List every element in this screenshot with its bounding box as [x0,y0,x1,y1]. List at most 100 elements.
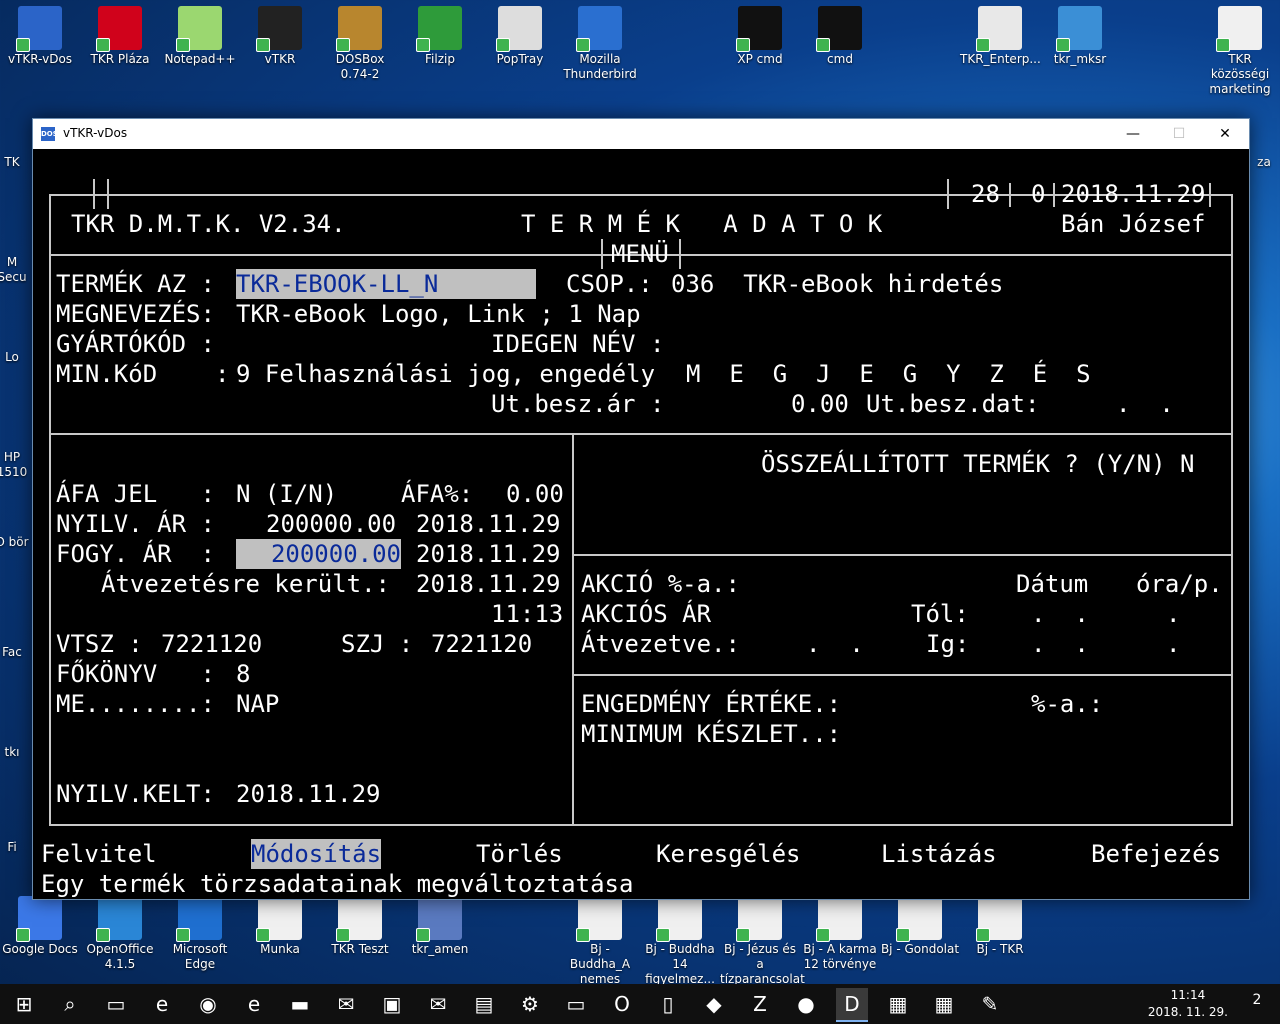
settings-icon[interactable]: ⚙ [514,988,546,1020]
system-clock[interactable]: 11:14 2018. 11. 29. [1148,987,1228,1021]
menu-item-torles[interactable]: Törlés [476,839,563,869]
ledger-value[interactable]: 8 [236,659,250,689]
dos-screen[interactable]: 28 0 2018.11.29 TKR D.M.T.K. V2.34. T E … [33,149,1249,899]
desktop-icon[interactable]: Bj - Jézus és a tízparancsolat [720,896,805,987]
sale-price-field[interactable]: 200000.00 [236,539,401,569]
desktop-icon[interactable]: vTKR-vDos [0,6,80,67]
desktop-icon[interactable]: XP cmd [720,6,800,67]
vtsz-value[interactable]: 7221120 [161,629,262,659]
document-icon [1216,6,1262,52]
desktop-icon[interactable]: Bj - TKR [960,896,1040,957]
file-icon[interactable]: ▯ [652,988,684,1020]
search-icon[interactable]: ⌕ [54,988,86,1020]
menu-item-felvitel[interactable]: Felvitel [41,839,157,869]
desktop-icon-partial[interactable]: tkı [0,745,32,760]
frame-tick [1009,183,1011,207]
minimize-button[interactable]: — [1110,119,1156,149]
transferred-date: . . [806,630,864,658]
vat-flag-value[interactable]: N (I/N) [236,479,337,509]
desktop-icon[interactable]: Bj - Buddha 14 figyelmez... [640,896,720,987]
from-time[interactable]: . [1166,599,1180,629]
szj-value[interactable]: 7221120 [431,629,532,659]
close-button[interactable]: ✕ [1202,119,1248,149]
title-bar[interactable]: DOS vTKR-vDos — ☐ ✕ [33,119,1249,149]
desktop-icon[interactable]: TKR közösségi marketing [1200,6,1280,97]
notification-center-button[interactable]: 2 [1246,992,1268,1014]
frame-tick [1053,183,1055,207]
product-id-field[interactable]: TKR-EBOOK-LL_N [236,269,536,299]
to-date[interactable]: . . [1031,629,1089,659]
start-icon[interactable]: ⊞ [8,988,40,1020]
name-field[interactable]: TKR-eBook Logo, Link ; 1 Nap [236,299,641,329]
desktop-icon[interactable]: Notepad++ [160,6,240,67]
desktop-icon-label: OpenOffice 4.1.5 [86,942,154,971]
shortcut-check-icon [576,928,590,942]
desktop-icon-partial[interactable]: Lo [0,350,32,365]
opera-icon[interactable]: O [606,988,638,1020]
date-header: Dátum [1016,570,1089,598]
desktop-icon[interactable]: TKR_Enterp... [960,6,1041,67]
desktop-icon[interactable]: Bj - A karma 12 törvénye [800,896,880,972]
assembled-product-prompt[interactable]: ÖSSZEÁLLÍTOTT TERMÉK ? (Y/N) N [761,449,1194,479]
desktop-icon[interactable]: TKR Teszt [320,896,400,957]
chrome-icon[interactable]: ◉ [192,988,224,1020]
remote-icon[interactable]: ▤ [468,988,500,1020]
mail-icon[interactable]: ✉ [422,988,454,1020]
shortcut-check-icon [416,928,430,942]
desktop-icon[interactable]: DOSBox 0.74-2 [320,6,400,82]
outlook-icon[interactable]: ✉ [330,988,362,1020]
desktop-icon[interactable]: vTKR [240,6,320,67]
frame-tick [107,179,109,209]
openoffice-icon [96,896,142,942]
discount-pct-label: %-a.: [1031,690,1104,718]
console-icon[interactable]: ▭ [560,988,592,1020]
desktop-icon[interactable]: Google Docs [0,896,80,957]
desktop-icon[interactable]: Filzip [400,6,480,67]
store-icon[interactable]: ▣ [376,988,408,1020]
book-price-value[interactable]: 200000.00 [266,509,396,539]
ledger-label: FŐKÖNYV : [56,660,215,688]
menu-item-listazas[interactable]: Listázás [881,839,997,869]
task-view-icon[interactable]: ▭ [100,988,132,1020]
calculator-icon[interactable]: ▦ [928,988,960,1020]
edge-icon[interactable]: e [146,988,178,1020]
unit-value[interactable]: NAP [236,689,279,719]
menu-item-modositas[interactable]: Módosítás [251,839,382,869]
desktop-icon-partial[interactable]: M Secu [0,255,32,285]
desktop-icon[interactable]: Bj - Gondolat [880,896,960,957]
desktop-icon[interactable]: PopTray [480,6,560,67]
action-price-label: AKCIÓS ÁR [581,600,712,628]
menu-item-befejezes[interactable]: Befejezés [1091,839,1221,869]
from-date[interactable]: . . [1031,599,1089,629]
desktop-icon-partial[interactable]: O bör [0,535,32,550]
firefox-icon[interactable]: ● [790,988,822,1020]
desktop-icon-label: TKR Pláza [90,52,150,66]
min-code-value[interactable]: 9 Felhasználási jog, engedély [236,359,655,389]
desktop-icon[interactable]: tkr_amen [400,896,480,957]
desktop-icon[interactable]: TKR Pláza [80,6,160,67]
frame-col-sep [572,433,574,824]
desktop-icon-partial[interactable]: Fac [0,645,32,660]
crystal-icon[interactable]: ◆ [698,988,730,1020]
desktop-icon-partial[interactable]: HP 1510 [0,450,32,480]
ie-icon[interactable]: e [238,988,270,1020]
menu-tag-left [601,239,603,269]
desktop-icon[interactable]: Mozilla Thunderbird [560,6,640,82]
desktop-icon[interactable]: OpenOffice 4.1.5 [80,896,160,972]
desktop-icon[interactable]: cmd [800,6,880,67]
shortcut-check-icon [256,928,270,942]
menu-item-keresgeles[interactable]: Keresgélés [656,839,801,869]
desktop-icon[interactable]: Microsoft Edge [160,896,240,972]
to-time[interactable]: . [1166,629,1180,659]
paint-icon[interactable]: ✎ [974,988,1006,1020]
maximize-button[interactable]: ☐ [1156,119,1202,149]
desktop-icon[interactable]: Munka [240,896,320,957]
shortcut-check-icon [96,38,110,52]
desktop-icon-partial[interactable]: Fi [0,840,32,855]
desktop-icon[interactable]: tkr_mksr [1040,6,1120,67]
explorer-icon[interactable]: ▬ [284,988,316,1020]
desktop-icon-partial[interactable]: TK [0,155,32,170]
filezilla-icon[interactable]: Z [744,988,776,1020]
dosbox-icon[interactable]: ▦ [882,988,914,1020]
vdos-icon[interactable]: D [836,988,868,1022]
